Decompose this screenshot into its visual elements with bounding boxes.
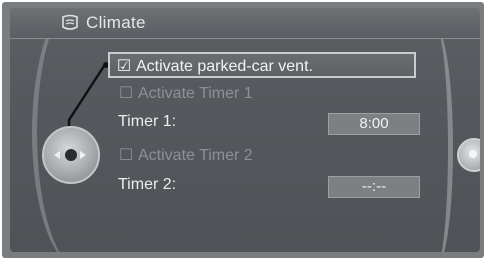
timer-2-value[interactable]: --:-- bbox=[328, 176, 420, 198]
menu-item-activate-timer-1[interactable]: ☐ Activate Timer 1 bbox=[110, 81, 428, 107]
menu-item-label: Timer 1: bbox=[118, 113, 177, 130]
menu-item-label: Timer 2: bbox=[118, 176, 177, 193]
checkbox-checked-icon: ☑ bbox=[116, 58, 132, 75]
display-screen: Climate ☑ Activate parked-car vent. ☐ Acti… bbox=[10, 8, 480, 252]
left-arrow-icon bbox=[54, 151, 60, 159]
menu-item-label: Activate Timer 2 bbox=[138, 147, 253, 164]
menu-item-activate-parked-car-vent[interactable]: ☑ Activate parked-car vent. bbox=[108, 52, 416, 78]
menu-item-label: Activate parked-car vent. bbox=[136, 58, 313, 75]
display-frame: Climate ☑ Activate parked-car vent. ☐ Acti… bbox=[2, 2, 484, 258]
menu-item-label: Activate Timer 1 bbox=[138, 85, 253, 102]
side-button-dot bbox=[469, 150, 477, 158]
controller-knob[interactable] bbox=[42, 126, 100, 184]
right-arrow-icon bbox=[80, 151, 86, 159]
timer-1-value[interactable]: 8:00 bbox=[328, 113, 420, 135]
menu-item-activate-timer-2[interactable]: ☐ Activate Timer 2 bbox=[110, 143, 428, 169]
knob-center-dot bbox=[65, 149, 77, 161]
checkbox-unchecked-icon: ☐ bbox=[118, 147, 134, 164]
checkbox-unchecked-icon: ☐ bbox=[118, 85, 134, 102]
